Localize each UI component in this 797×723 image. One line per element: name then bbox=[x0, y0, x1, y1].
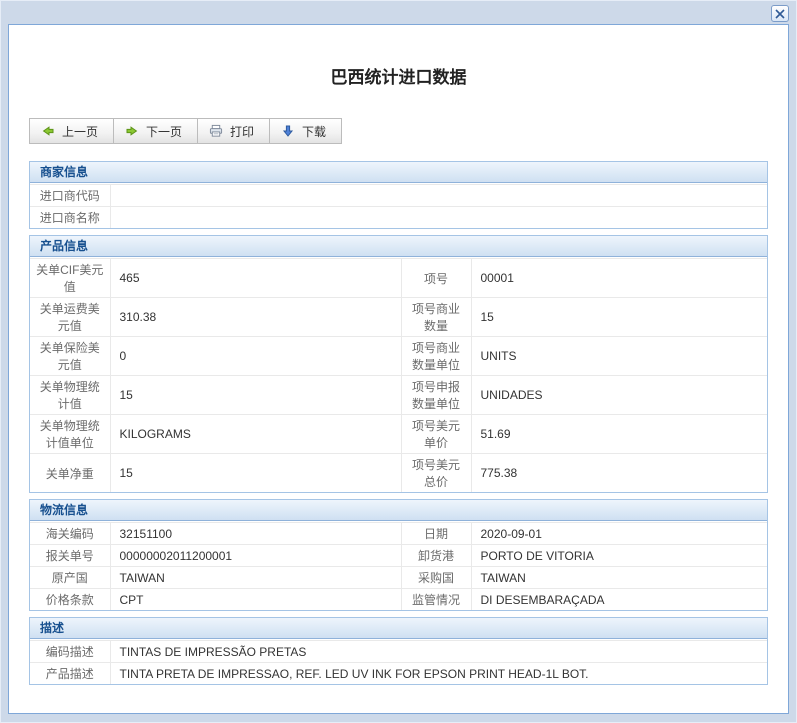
prev-page-button[interactable]: 上一页 bbox=[29, 118, 114, 144]
page-title: 巴西统计进口数据 bbox=[9, 63, 788, 88]
field-row: 报关单号00000002011200001卸货港PORTO DE VITORIA bbox=[30, 545, 767, 567]
arrow-left-icon bbox=[41, 124, 55, 138]
next-page-button[interactable]: 下一页 bbox=[113, 118, 198, 144]
field-label: 关单保险美元值 bbox=[30, 337, 110, 376]
field-value: UNIDADES bbox=[471, 376, 767, 415]
field-value: 15 bbox=[110, 454, 401, 493]
field-value: UNITS bbox=[471, 337, 767, 376]
toolbar-button-label: 下载 bbox=[302, 123, 326, 140]
field-value: PORTO DE VITORIA bbox=[471, 545, 767, 567]
field-value: 15 bbox=[471, 298, 767, 337]
field-value: 0 bbox=[110, 337, 401, 376]
field-value: 32151100 bbox=[110, 523, 401, 545]
field-value: 15 bbox=[110, 376, 401, 415]
field-value: 775.38 bbox=[471, 454, 767, 493]
field-label: 关单CIF美元值 bbox=[30, 259, 110, 298]
field-value: 2020-09-01 bbox=[471, 523, 767, 545]
field-value: 465 bbox=[110, 259, 401, 298]
section-logistics: 物流信息海关编码32151100日期2020-09-01报关单号00000002… bbox=[29, 499, 768, 611]
field-row: 关单物理统计值单位KILOGRAMS项号美元单价51.69 bbox=[30, 415, 767, 454]
section-description: 描述编码描述TINTAS DE IMPRESSÃO PRETAS产品描述TINT… bbox=[29, 617, 768, 685]
field-label: 项号美元总价 bbox=[401, 454, 471, 493]
arrow-down-icon bbox=[281, 124, 295, 138]
field-value: KILOGRAMS bbox=[110, 415, 401, 454]
field-value: TINTAS DE IMPRESSÃO PRETAS bbox=[110, 641, 767, 663]
field-label: 产品描述 bbox=[30, 663, 110, 685]
field-value: DI DESEMBARAÇADA bbox=[471, 589, 767, 611]
field-row: 进口商名称 bbox=[30, 207, 767, 229]
field-row: 关单净重15项号美元总价775.38 bbox=[30, 454, 767, 493]
field-value: 310.38 bbox=[110, 298, 401, 337]
toolbar-button-label: 上一页 bbox=[62, 123, 98, 140]
field-label: 海关编码 bbox=[30, 523, 110, 545]
toolbar-button-label: 打印 bbox=[230, 123, 254, 140]
field-value: 51.69 bbox=[471, 415, 767, 454]
field-label: 进口商名称 bbox=[30, 207, 110, 229]
printer-icon bbox=[209, 124, 223, 138]
field-label: 监管情况 bbox=[401, 589, 471, 611]
field-row: 海关编码32151100日期2020-09-01 bbox=[30, 523, 767, 545]
field-label: 关单物理统计值 bbox=[30, 376, 110, 415]
field-label: 关单净重 bbox=[30, 454, 110, 493]
close-button[interactable] bbox=[771, 5, 789, 22]
field-label: 项号 bbox=[401, 259, 471, 298]
field-label: 编码描述 bbox=[30, 641, 110, 663]
field-label: 项号商业数量单位 bbox=[401, 337, 471, 376]
field-row: 关单运费美元值310.38项号商业数量15 bbox=[30, 298, 767, 337]
field-label: 采购国 bbox=[401, 567, 471, 589]
field-value: CPT bbox=[110, 589, 401, 611]
section-title: 描述 bbox=[30, 618, 767, 639]
section-product: 产品信息关单CIF美元值465项号00001关单运费美元值310.38项号商业数… bbox=[29, 235, 768, 493]
download-button[interactable]: 下载 bbox=[269, 118, 342, 144]
field-value: TINTA PRETA DE IMPRESSAO, REF. LED UV IN… bbox=[110, 663, 767, 685]
toolbar-button-label: 下一页 bbox=[146, 123, 182, 140]
field-label: 卸货港 bbox=[401, 545, 471, 567]
dialog-panel: 巴西统计进口数据 上一页下一页打印下载 商家信息进口商代码进口商名称产品信息关单… bbox=[8, 24, 789, 714]
arrow-right-icon bbox=[125, 124, 139, 138]
field-value bbox=[110, 207, 767, 229]
field-row: 产品描述TINTA PRETA DE IMPRESSAO, REF. LED U… bbox=[30, 663, 767, 685]
field-row: 关单CIF美元值465项号00001 bbox=[30, 259, 767, 298]
print-button[interactable]: 打印 bbox=[197, 118, 270, 144]
field-row: 进口商代码 bbox=[30, 185, 767, 207]
field-label: 报关单号 bbox=[30, 545, 110, 567]
field-label: 项号美元单价 bbox=[401, 415, 471, 454]
field-row: 关单物理统计值15项号申报数量单位UNIDADES bbox=[30, 376, 767, 415]
field-label: 原产国 bbox=[30, 567, 110, 589]
sections: 商家信息进口商代码进口商名称产品信息关单CIF美元值465项号00001关单运费… bbox=[29, 161, 768, 685]
section-merchant: 商家信息进口商代码进口商名称 bbox=[29, 161, 768, 229]
field-row: 编码描述TINTAS DE IMPRESSÃO PRETAS bbox=[30, 641, 767, 663]
field-label: 进口商代码 bbox=[30, 185, 110, 207]
field-row: 价格条款CPT监管情况DI DESEMBARAÇADA bbox=[30, 589, 767, 611]
toolbar: 上一页 下一页 打印 下载 bbox=[29, 118, 342, 144]
section-title: 商家信息 bbox=[30, 162, 767, 183]
field-label: 关单物理统计值单位 bbox=[30, 415, 110, 454]
field-label: 日期 bbox=[401, 523, 471, 545]
field-label: 项号申报数量单位 bbox=[401, 376, 471, 415]
field-value bbox=[110, 185, 767, 207]
section-title: 产品信息 bbox=[30, 236, 767, 257]
field-label: 价格条款 bbox=[30, 589, 110, 611]
field-row: 关单保险美元值0项号商业数量单位UNITS bbox=[30, 337, 767, 376]
field-value: 00001 bbox=[471, 259, 767, 298]
field-label: 关单运费美元值 bbox=[30, 298, 110, 337]
field-value: TAIWAN bbox=[110, 567, 401, 589]
field-row: 原产国TAIWAN采购国TAIWAN bbox=[30, 567, 767, 589]
field-value: 00000002011200001 bbox=[110, 545, 401, 567]
close-icon bbox=[775, 9, 785, 19]
field-label: 项号商业数量 bbox=[401, 298, 471, 337]
section-title: 物流信息 bbox=[30, 500, 767, 521]
field-value: TAIWAN bbox=[471, 567, 767, 589]
